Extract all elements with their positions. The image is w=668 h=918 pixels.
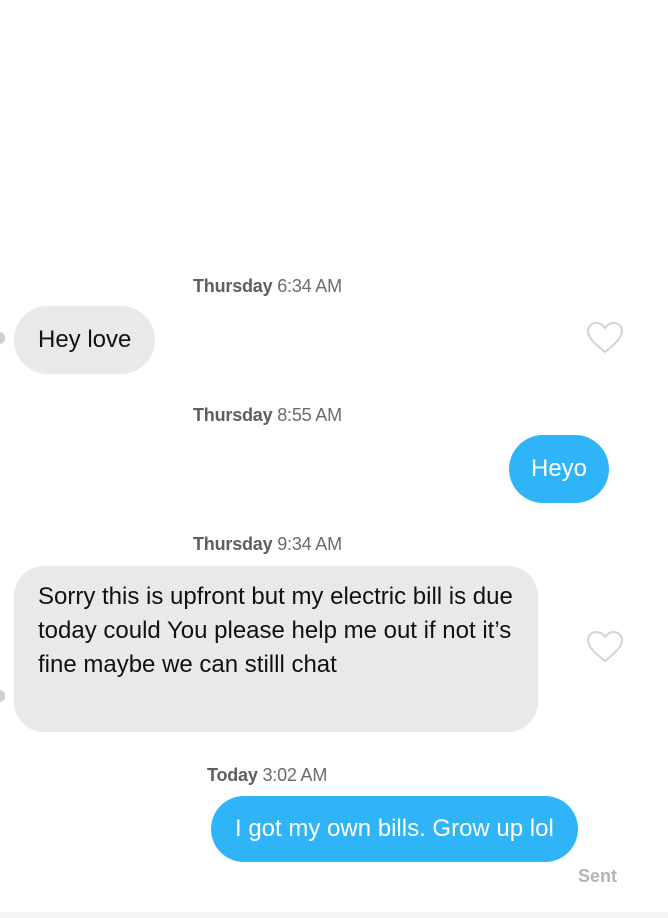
message-text: I got my own bills. Grow up lol: [235, 815, 554, 842]
timestamp-day: Thursday: [193, 276, 273, 296]
message-timestamp: Today 3:02 AM: [207, 765, 327, 786]
message-thread: Thursday 6:34 AM Hey love Thursday 8:55 …: [0, 0, 668, 918]
timestamp-time: 6:34 AM: [277, 276, 342, 296]
timestamp-time: 9:34 AM: [277, 534, 342, 554]
heart-outline-icon[interactable]: [586, 321, 624, 355]
outgoing-message-bubble[interactable]: Heyo: [509, 435, 610, 503]
outgoing-message-bubble[interactable]: I got my own bills. Grow up lol: [211, 796, 578, 862]
timestamp-time: 3:02 AM: [262, 765, 328, 785]
bottom-divider: [0, 912, 668, 918]
message-timestamp: Thursday 9:34 AM: [193, 534, 342, 555]
timestamp-day: Today: [207, 765, 258, 785]
message-text: Hey love: [38, 326, 132, 353]
message-timestamp: Thursday 8:55 AM: [193, 405, 342, 426]
message-timestamp: Thursday 6:34 AM: [193, 276, 342, 297]
heart-outline-icon[interactable]: [586, 630, 624, 664]
timestamp-day: Thursday: [193, 405, 273, 425]
avatar[interactable]: [0, 332, 5, 344]
timestamp-time: 8:55 AM: [277, 405, 342, 425]
incoming-message-bubble[interactable]: Hey love: [14, 306, 156, 374]
sent-status-label: Sent: [578, 866, 618, 886]
incoming-message-bubble[interactable]: Sorry this is upfront but my electric bi…: [14, 566, 538, 732]
avatar[interactable]: [0, 690, 5, 702]
timestamp-day: Thursday: [193, 534, 273, 554]
message-text: Sorry this is upfront but my electric bi…: [38, 583, 513, 678]
message-text: Heyo: [531, 455, 588, 482]
